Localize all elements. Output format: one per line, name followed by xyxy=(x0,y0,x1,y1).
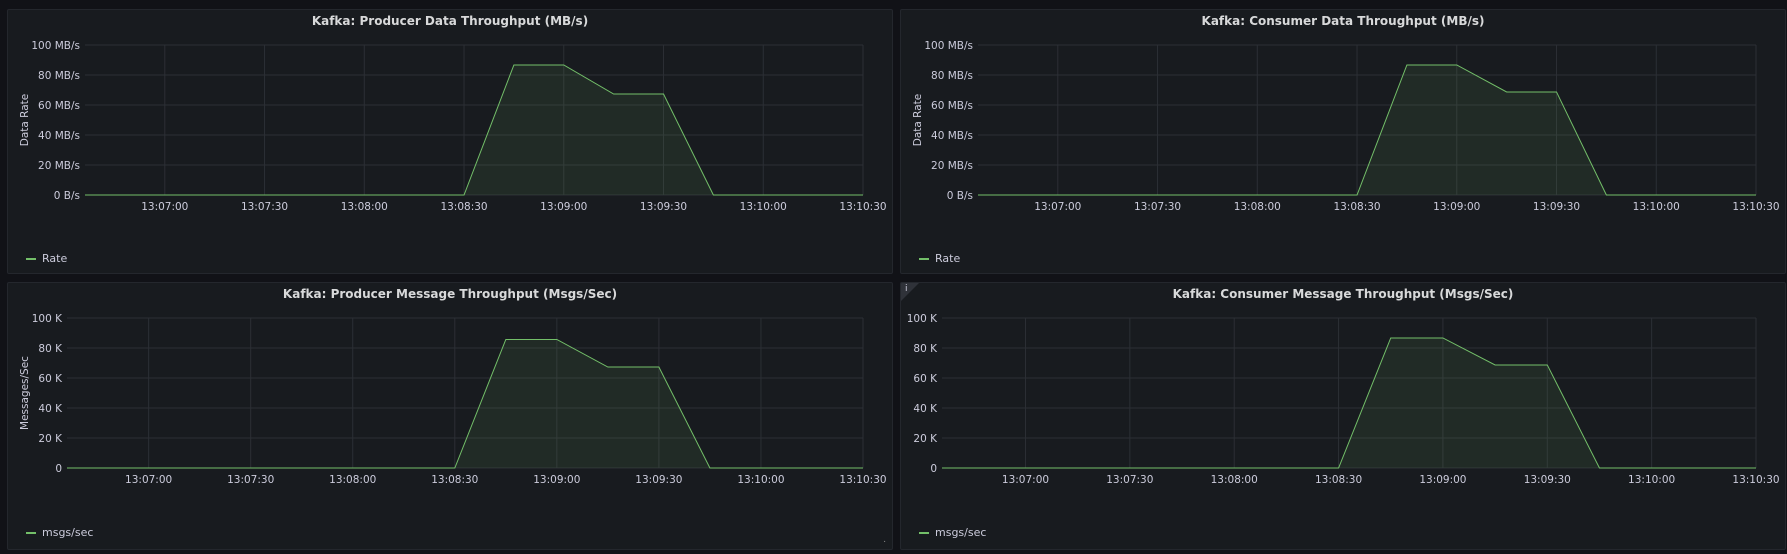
x-tick-label: 13:08:00 xyxy=(341,201,388,213)
x-tick-label: 13:07:30 xyxy=(1106,474,1153,486)
series-area xyxy=(85,64,863,195)
y-tick-label: 100 MB/s xyxy=(924,40,973,52)
y-tick-label: 100 K xyxy=(32,313,63,325)
x-tick-label: 13:09:00 xyxy=(1433,201,1480,213)
legend-swatch xyxy=(919,257,929,260)
y-tick-label: 40 MB/s xyxy=(931,130,973,142)
x-tick-label: 13:08:30 xyxy=(440,201,487,213)
y-tick-label: 80 K xyxy=(38,343,63,355)
x-tick-label: 13:07:00 xyxy=(1002,474,1049,486)
x-tick-label: 13:09:30 xyxy=(635,474,682,486)
legend-item[interactable]: msgs/sec xyxy=(919,526,986,539)
y-tick-label: 60 MB/s xyxy=(38,100,80,112)
x-tick-label: 13:09:00 xyxy=(533,474,580,486)
x-tick-label: 13:08:30 xyxy=(1333,201,1380,213)
series-area xyxy=(978,64,1756,195)
x-tick-label: 13:09:00 xyxy=(540,201,587,213)
y-tick-label: 0 xyxy=(930,463,937,475)
y-tick-label: 20 K xyxy=(38,433,63,445)
x-tick-label: 13:08:00 xyxy=(1234,201,1281,213)
y-axis-label: Data Rate xyxy=(912,94,924,147)
x-tick-label: 13:10:30 xyxy=(1732,201,1779,213)
y-tick-label: 80 MB/s xyxy=(38,70,80,82)
y-tick-label: 40 K xyxy=(913,403,938,415)
legend-label: Rate xyxy=(42,252,68,265)
y-tick-label: 100 K xyxy=(907,313,938,325)
x-tick-label: 13:07:00 xyxy=(141,201,188,213)
y-tick-label: 40 MB/s xyxy=(38,130,80,142)
x-tick-label: 13:10:00 xyxy=(1633,201,1680,213)
y-tick-label: 60 MB/s xyxy=(931,100,973,112)
y-tick-label: 20 MB/s xyxy=(38,160,80,172)
chart-svg: 0 20 K 40 K 60 K 80 K 100 K 13:07:00 13:07:30 13… xyxy=(907,313,1780,486)
series-area xyxy=(67,339,863,468)
chart-panel-producer-data[interactable]: Kafka: Producer Data Throughput (MB/s) 0… xyxy=(7,9,893,274)
x-tick-label: 13:08:00 xyxy=(1211,474,1258,486)
y-tick-label: 40 K xyxy=(38,403,63,415)
x-tick-label: 13:07:30 xyxy=(1134,201,1181,213)
x-tick-label: 13:08:00 xyxy=(329,474,376,486)
legend-label: msgs/sec xyxy=(935,526,987,539)
x-tick-label: 13:10:30 xyxy=(839,201,886,213)
chart-panel-producer-messages[interactable]: Kafka: Producer Message Throughput (Msgs… xyxy=(7,282,893,550)
y-tick-label: 60 K xyxy=(38,373,63,385)
y-tick-label: 20 K xyxy=(913,433,938,445)
legend-label: msgs/sec xyxy=(42,526,94,539)
x-tick-label: 13:07:00 xyxy=(1034,201,1081,213)
x-tick-label: 13:09:30 xyxy=(640,201,687,213)
legend-item[interactable]: msgs/sec xyxy=(26,526,93,539)
x-tick-label: 13:09:30 xyxy=(1524,474,1571,486)
x-tick-label: 13:10:00 xyxy=(737,474,784,486)
chart-svg: 0 B/s 20 MB/s 40 MB/s 60 MB/s 80 MB/s 100 MB/… xyxy=(19,40,887,213)
y-tick-label: 100 MB/s xyxy=(31,40,80,52)
y-tick-label: 60 K xyxy=(913,373,938,385)
series-area xyxy=(942,337,1756,468)
x-tick-label: 13:07:00 xyxy=(125,474,172,486)
chart-panel-consumer-messages[interactable]: i Kafka: Consumer Message Throughput (Ms… xyxy=(900,282,1786,550)
y-axis-label: Messages/Sec xyxy=(19,356,31,430)
x-tick-label: 13:09:00 xyxy=(1419,474,1466,486)
legend-item[interactable]: Rate xyxy=(26,252,67,265)
y-axis-label: Data Rate xyxy=(19,94,31,147)
chart-svg: 0 B/s 20 MB/s 40 MB/s 60 MB/s 80 MB/s 100 MB/… xyxy=(912,40,1780,213)
chart-svg: 0 20 K 40 K 60 K 80 K 100 K 13:07:00 13:07:30 13… xyxy=(19,313,887,486)
legend-swatch xyxy=(919,531,929,534)
x-tick-label: 13:10:30 xyxy=(1732,474,1779,486)
y-tick-label: 0 B/s xyxy=(947,190,973,202)
x-tick-label: 13:08:30 xyxy=(1315,474,1362,486)
x-tick-label: 13:09:30 xyxy=(1533,201,1580,213)
legend-item[interactable]: Rate xyxy=(919,252,960,265)
resize-handle-icon[interactable]: . xyxy=(883,534,886,545)
x-tick-label: 13:10:00 xyxy=(1628,474,1675,486)
legend-swatch xyxy=(26,531,36,534)
legend-swatch xyxy=(26,257,36,260)
x-tick-label: 13:10:30 xyxy=(839,474,886,486)
x-tick-label: 13:07:30 xyxy=(241,201,288,213)
y-tick-label: 0 B/s xyxy=(54,190,80,202)
chart-panel-consumer-data[interactable]: Kafka: Consumer Data Throughput (MB/s) 0… xyxy=(900,9,1786,274)
y-tick-label: 80 MB/s xyxy=(931,70,973,82)
y-tick-label: 80 K xyxy=(913,343,938,355)
y-tick-label: 0 xyxy=(55,463,62,475)
x-tick-label: 13:10:00 xyxy=(740,201,787,213)
legend-label: Rate xyxy=(935,252,961,265)
x-tick-label: 13:07:30 xyxy=(227,474,274,486)
y-tick-label: 20 MB/s xyxy=(931,160,973,172)
x-tick-label: 13:08:30 xyxy=(431,474,478,486)
